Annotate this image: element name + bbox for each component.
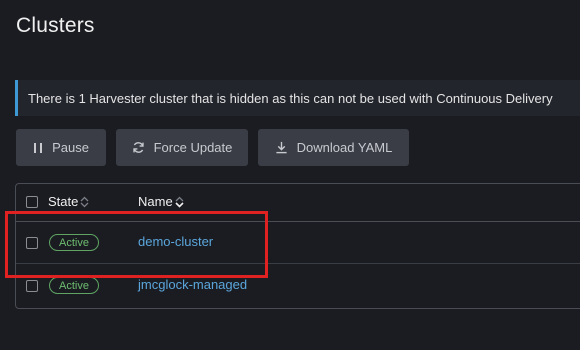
column-header-name-label: Name	[138, 194, 173, 209]
pause-icon	[33, 142, 43, 154]
page-title: Clusters	[16, 14, 95, 37]
info-banner: There is 1 Harvester cluster that is hid…	[15, 80, 580, 116]
pause-label: Pause	[52, 140, 89, 155]
select-all-checkbox[interactable]	[26, 196, 38, 208]
highlight-annotation	[5, 211, 268, 278]
column-header-state[interactable]: State	[48, 194, 89, 209]
download-yaml-label: Download YAML	[296, 140, 393, 155]
force-update-button[interactable]: Force Update	[116, 129, 248, 166]
sort-icon	[80, 196, 89, 208]
download-yaml-button[interactable]: Download YAML	[258, 129, 409, 166]
download-icon	[275, 141, 288, 154]
banner-text: There is 1 Harvester cluster that is hid…	[28, 90, 553, 106]
refresh-icon	[132, 141, 145, 154]
column-header-name[interactable]: Name	[138, 194, 184, 209]
column-header-state-label: State	[48, 194, 79, 209]
pause-button[interactable]: Pause	[16, 129, 106, 166]
sort-descending-icon	[175, 196, 184, 208]
status-badge: Active	[49, 277, 99, 294]
row-checkbox[interactable]	[26, 280, 38, 292]
force-update-label: Force Update	[153, 140, 233, 155]
cluster-name-link[interactable]: jmcglock-managed	[138, 277, 247, 292]
